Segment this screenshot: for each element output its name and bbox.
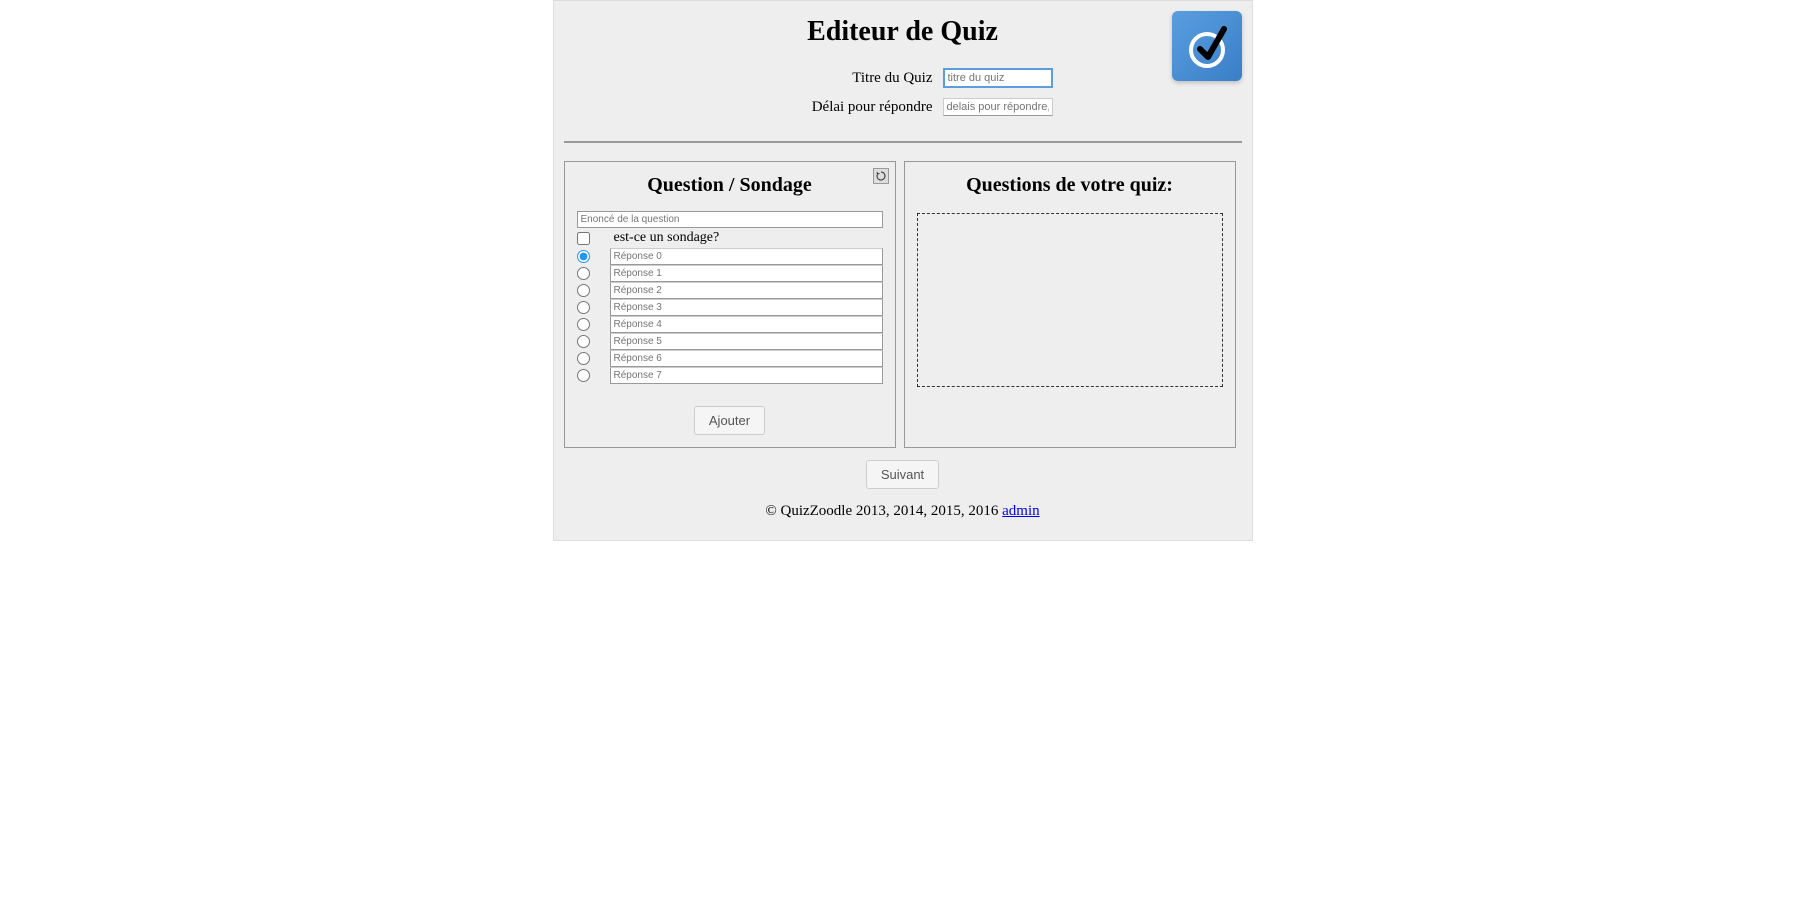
- questions-list-title: Questions de votre quiz:: [917, 174, 1223, 197]
- question-panel-title: Question / Sondage: [577, 174, 883, 197]
- answers-container: [577, 248, 883, 384]
- questions-drop-zone[interactable]: [917, 213, 1223, 387]
- answer-radio-5[interactable]: [577, 335, 590, 348]
- checkmark-logo-icon: [1182, 21, 1232, 71]
- answer-row: [577, 350, 883, 367]
- answer-input-1[interactable]: [610, 265, 883, 282]
- answer-input-0[interactable]: [610, 248, 883, 265]
- question-panel-title-text: Question / Sondage: [647, 174, 811, 196]
- questions-list-panel: Questions de votre quiz:: [904, 161, 1236, 448]
- answer-input-2[interactable]: [610, 282, 883, 299]
- header: Editeur de Quiz Titre du Quiz Délai pour…: [564, 16, 1242, 143]
- answer-radio-6[interactable]: [577, 352, 590, 365]
- sondage-row: est-ce un sondage?: [577, 230, 883, 246]
- answer-radio-3[interactable]: [577, 301, 590, 314]
- answer-row: [577, 333, 883, 350]
- panels-container: Question / Sondage est-ce un sondage? Aj…: [564, 161, 1242, 448]
- answer-radio-1[interactable]: [577, 267, 590, 280]
- answer-input-6[interactable]: [610, 350, 883, 367]
- next-button[interactable]: Suivant: [866, 460, 939, 489]
- add-button-wrap: Ajouter: [577, 406, 883, 435]
- delay-input[interactable]: [943, 98, 1053, 116]
- answer-input-7[interactable]: [610, 367, 883, 384]
- question-text-input[interactable]: [577, 211, 883, 228]
- sondage-label: est-ce un sondage?: [614, 230, 720, 246]
- next-button-wrap: Suivant: [564, 460, 1242, 489]
- answer-radio-0[interactable]: [577, 250, 590, 263]
- answer-input-4[interactable]: [610, 316, 883, 333]
- answer-radio-4[interactable]: [577, 318, 590, 331]
- copyright-text: © QuizZoodle 2013, 2014, 2015, 2016: [765, 503, 1002, 519]
- app-logo: [1172, 11, 1242, 81]
- answer-row: [577, 367, 883, 384]
- answer-input-3[interactable]: [610, 299, 883, 316]
- quiz-title-input[interactable]: [943, 68, 1053, 88]
- answer-row: [577, 282, 883, 299]
- answer-row: [577, 265, 883, 282]
- add-button[interactable]: Ajouter: [694, 406, 765, 435]
- question-panel: Question / Sondage est-ce un sondage? Aj…: [564, 161, 896, 448]
- answer-row: [577, 316, 883, 333]
- answer-radio-7[interactable]: [577, 369, 590, 382]
- refresh-icon[interactable]: [873, 168, 889, 184]
- sondage-checkbox[interactable]: [577, 232, 590, 245]
- answer-row: [577, 248, 883, 265]
- answer-radio-2[interactable]: [577, 284, 590, 297]
- page-title: Editeur de Quiz: [564, 16, 1242, 48]
- footer: © QuizZoodle 2013, 2014, 2015, 2016 admi…: [564, 503, 1242, 520]
- quiz-title-row: Titre du Quiz: [564, 68, 1242, 88]
- quiz-title-label: Titre du Quiz: [753, 70, 933, 87]
- delay-label: Délai pour répondre: [753, 99, 933, 116]
- delay-row: Délai pour répondre: [564, 98, 1242, 116]
- answer-input-5[interactable]: [610, 333, 883, 350]
- main-container: Editeur de Quiz Titre du Quiz Délai pour…: [553, 0, 1253, 541]
- answer-row: [577, 299, 883, 316]
- admin-link[interactable]: admin: [1002, 503, 1040, 519]
